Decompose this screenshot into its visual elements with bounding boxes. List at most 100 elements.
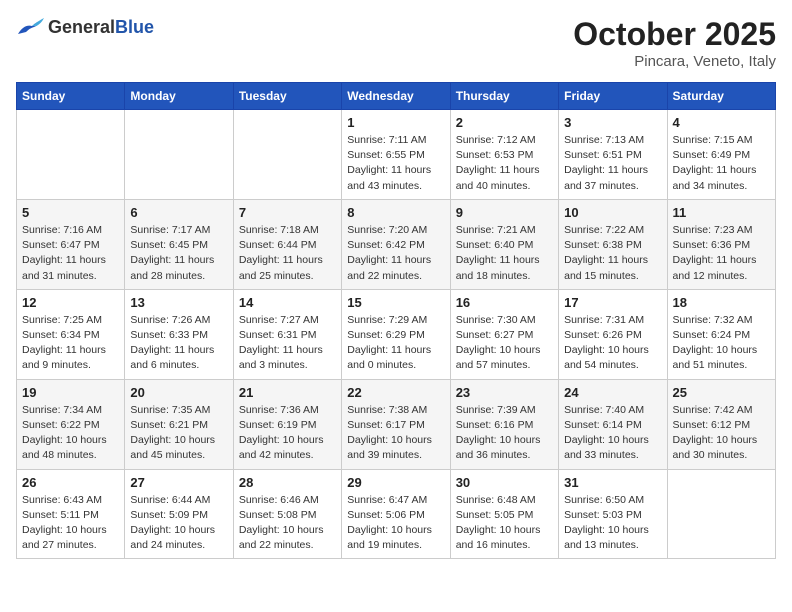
day-number: 20 [130,385,227,400]
day-number: 5 [22,205,119,220]
calendar-week-row: 5 Sunrise: 7:16 AMSunset: 6:47 PMDaylight… [17,199,776,289]
logo-blue: Blue [115,17,154,37]
calendar-cell: 23 Sunrise: 7:39 AMSunset: 6:16 PMDayligh… [450,379,558,469]
calendar-cell: 26Sunrise: 6:43 AMSunset: 5:11 PMDayligh… [17,469,125,559]
day-info: Sunrise: 7:17 AMSunset: 6:45 PMDaylight:… [130,223,227,284]
calendar-cell [125,110,233,200]
calendar-table: SundayMondayTuesdayWednesdayThursdayFrid… [16,82,776,559]
calendar-cell: 31 Sunrise: 6:50 AMSunset: 5:03 PMDayligh… [559,469,667,559]
day-info: Sunrise: 7:22 AMSunset: 6:38 PMDaylight:… [564,223,661,284]
calendar-cell: 10 Sunrise: 7:22 AMSunset: 6:38 PMDayligh… [559,199,667,289]
calendar-cell: 4Sunrise: 7:15 AMSunset: 6:49 PMDaylight… [667,110,775,200]
day-info: Sunrise: 7:16 AMSunset: 6:47 PMDaylight:… [22,223,119,284]
day-info: Sunrise: 7:18 AMSunset: 6:44 PMDaylight:… [239,223,336,284]
calendar-cell: 24Sunrise: 7:40 AMSunset: 6:14 PMDayligh… [559,379,667,469]
calendar-week-row: 1 Sunrise: 7:11 AMSunset: 6:55 PMDaylight… [17,110,776,200]
weekday-header: Wednesday [342,83,450,110]
day-number: 30 [456,475,553,490]
calendar-cell: 1 Sunrise: 7:11 AMSunset: 6:55 PMDaylight… [342,110,450,200]
calendar-week-row: 12Sunrise: 7:25 AMSunset: 6:34 PMDayligh… [17,289,776,379]
calendar-cell: 11 Sunrise: 7:23 AMSunset: 6:36 PMDayligh… [667,199,775,289]
day-number: 17 [564,295,661,310]
weekday-header: Thursday [450,83,558,110]
calendar-cell: 8Sunrise: 7:20 AMSunset: 6:42 PMDaylight… [342,199,450,289]
calendar-cell: 7 Sunrise: 7:18 AMSunset: 6:44 PMDaylight… [233,199,341,289]
weekday-header: Sunday [17,83,125,110]
calendar-cell: 13 Sunrise: 7:26 AMSunset: 6:33 PMDayligh… [125,289,233,379]
calendar-cell: 28 Sunrise: 6:46 AMSunset: 5:08 PMDayligh… [233,469,341,559]
calendar-week-row: 26Sunrise: 6:43 AMSunset: 5:11 PMDayligh… [17,469,776,559]
day-info: Sunrise: 6:47 AMSunset: 5:06 PMDaylight:… [347,493,444,554]
day-info: Sunrise: 7:12 AMSunset: 6:53 PMDaylight:… [456,133,553,194]
day-info: Sunrise: 6:46 AMSunset: 5:08 PMDaylight:… [239,493,336,554]
day-info: Sunrise: 7:13 AMSunset: 6:51 PMDaylight:… [564,133,661,194]
day-info: Sunrise: 7:11 AMSunset: 6:55 PMDaylight:… [347,133,444,194]
weekday-header: Friday [559,83,667,110]
day-info: Sunrise: 6:48 AMSunset: 5:05 PMDaylight:… [456,493,553,554]
calendar-header-row: SundayMondayTuesdayWednesdayThursdayFrid… [17,83,776,110]
day-number: 1 [347,115,444,130]
calendar-cell [667,469,775,559]
day-info: Sunrise: 7:30 AMSunset: 6:27 PMDaylight:… [456,313,553,374]
day-info: Sunrise: 7:35 AMSunset: 6:21 PMDaylight:… [130,403,227,464]
page-header: GeneralBlue October 2025 Pincara, Veneto… [16,16,776,70]
day-info: Sunrise: 7:38 AMSunset: 6:17 PMDaylight:… [347,403,444,464]
day-info: Sunrise: 7:39 AMSunset: 6:16 PMDaylight:… [456,403,553,464]
calendar-cell: 14Sunrise: 7:27 AMSunset: 6:31 PMDayligh… [233,289,341,379]
weekday-header: Tuesday [233,83,341,110]
day-number: 7 [239,205,336,220]
day-number: 21 [239,385,336,400]
day-number: 2 [456,115,553,130]
day-number: 11 [673,205,770,220]
calendar-cell: 21 Sunrise: 7:36 AMSunset: 6:19 PMDayligh… [233,379,341,469]
day-info: Sunrise: 6:44 AMSunset: 5:09 PMDaylight:… [130,493,227,554]
weekday-header: Saturday [667,83,775,110]
day-number: 13 [130,295,227,310]
day-info: Sunrise: 7:26 AMSunset: 6:33 PMDaylight:… [130,313,227,374]
day-number: 26 [22,475,119,490]
day-number: 16 [456,295,553,310]
calendar-cell: 2 Sunrise: 7:12 AMSunset: 6:53 PMDaylight… [450,110,558,200]
day-info: Sunrise: 7:27 AMSunset: 6:31 PMDaylight:… [239,313,336,374]
logo: GeneralBlue [16,16,154,38]
logo-icon [16,16,44,38]
day-info: Sunrise: 7:23 AMSunset: 6:36 PMDaylight:… [673,223,770,284]
day-number: 8 [347,205,444,220]
day-info: Sunrise: 7:36 AMSunset: 6:19 PMDaylight:… [239,403,336,464]
day-number: 12 [22,295,119,310]
day-number: 15 [347,295,444,310]
title-block: October 2025 Pincara, Veneto, Italy [573,16,776,70]
day-number: 25 [673,385,770,400]
day-number: 6 [130,205,227,220]
calendar-cell [17,110,125,200]
day-info: Sunrise: 7:15 AMSunset: 6:49 PMDaylight:… [673,133,770,194]
location: Pincara, Veneto, Italy [573,53,776,70]
month-title: October 2025 [573,16,776,53]
day-number: 9 [456,205,553,220]
calendar-cell: 16 Sunrise: 7:30 AMSunset: 6:27 PMDayligh… [450,289,558,379]
day-number: 28 [239,475,336,490]
day-number: 27 [130,475,227,490]
calendar-cell: 15Sunrise: 7:29 AMSunset: 6:29 PMDayligh… [342,289,450,379]
weekday-header: Monday [125,83,233,110]
day-number: 18 [673,295,770,310]
calendar-week-row: 19 Sunrise: 7:34 AMSunset: 6:22 PMDayligh… [17,379,776,469]
calendar-cell: 3 Sunrise: 7:13 AMSunset: 6:51 PMDaylight… [559,110,667,200]
day-info: Sunrise: 7:21 AMSunset: 6:40 PMDaylight:… [456,223,553,284]
day-info: Sunrise: 7:34 AMSunset: 6:22 PMDaylight:… [22,403,119,464]
calendar-cell: 27 Sunrise: 6:44 AMSunset: 5:09 PMDayligh… [125,469,233,559]
calendar-cell [233,110,341,200]
day-number: 10 [564,205,661,220]
day-info: Sunrise: 6:50 AMSunset: 5:03 PMDaylight:… [564,493,661,554]
calendar-cell: 19 Sunrise: 7:34 AMSunset: 6:22 PMDayligh… [17,379,125,469]
day-number: 24 [564,385,661,400]
day-number: 19 [22,385,119,400]
day-number: 29 [347,475,444,490]
calendar-cell: 30 Sunrise: 6:48 AMSunset: 5:05 PMDayligh… [450,469,558,559]
day-number: 31 [564,475,661,490]
day-number: 3 [564,115,661,130]
calendar-cell: 5 Sunrise: 7:16 AMSunset: 6:47 PMDaylight… [17,199,125,289]
calendar-cell: 20 Sunrise: 7:35 AMSunset: 6:21 PMDayligh… [125,379,233,469]
day-number: 23 [456,385,553,400]
calendar-cell: 12Sunrise: 7:25 AMSunset: 6:34 PMDayligh… [17,289,125,379]
